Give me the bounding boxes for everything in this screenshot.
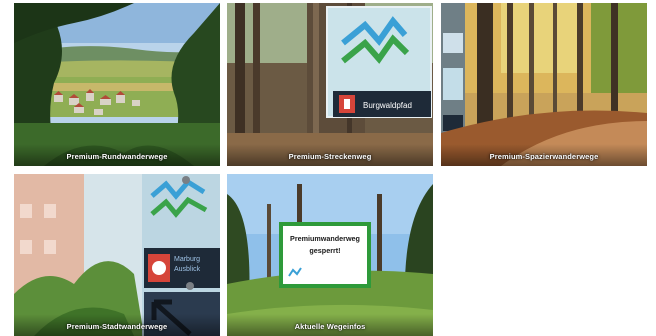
closure-notice — [279, 222, 371, 288]
tile-premium-streckenweg[interactable]: Burgwaldpfad Premium-Streckenweg — [227, 3, 433, 166]
tile-title: Premium-Spazierwanderwege — [489, 152, 599, 161]
tile-premium-stadtwanderwege[interactable]: Marburg Ausblick Premium-Stadtwanderwege — [14, 174, 220, 336]
tile-title: Premium-Streckenweg — [288, 152, 372, 161]
tile-premium-rundwanderwege[interactable]: Premium-Rundwanderwege — [14, 3, 220, 166]
trail-sign-tree-image — [227, 3, 433, 166]
city-trail-sign — [142, 174, 220, 336]
tile-title: Premium-Stadtwanderwege — [66, 322, 168, 331]
notice-line-1: Premiumwanderweg — [290, 234, 360, 243]
sign-label-1: Marburg — [174, 256, 201, 263]
tile-title: Aktuelle Wegeinfos — [294, 322, 366, 331]
sign-label-2: Ausblick — [174, 266, 201, 273]
closed-trail-notice-image — [227, 174, 433, 336]
tile-title: Premium-Rundwanderwege — [66, 152, 168, 161]
notice-line-2: gesperrt! — [309, 246, 341, 255]
landscape-village-image — [14, 3, 220, 166]
tile-aktuelle-wegeinfos[interactable]: Premiumwanderweg gesperrt! Aktuelle Wege… — [227, 174, 433, 336]
autumn-forest-path-image — [441, 3, 647, 166]
city-trail-sign-image — [14, 174, 220, 336]
sign-label: Burgwaldpfad — [363, 101, 412, 110]
tile-premium-spazierwanderwege[interactable]: Premium-Spazierwanderwege — [441, 3, 647, 166]
